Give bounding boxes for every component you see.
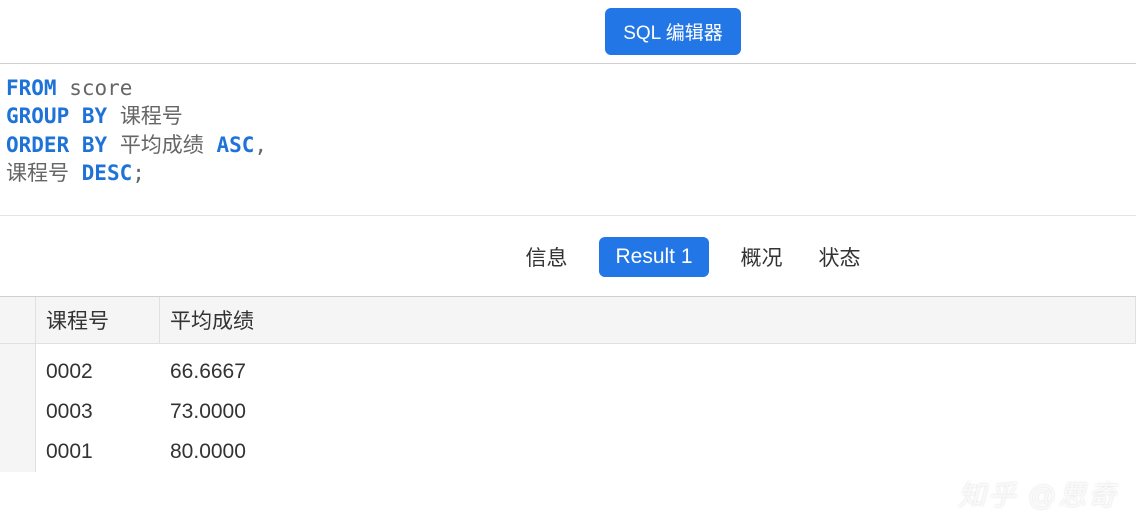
order-by-col1: 平均成绩 bbox=[120, 133, 204, 157]
column-header-course-id[interactable]: 课程号 bbox=[36, 297, 160, 343]
keyword-asc: ASC bbox=[216, 133, 254, 157]
cell-course-id: 0001 bbox=[36, 432, 160, 472]
keyword-from: FROM bbox=[6, 76, 57, 100]
semicolon: ; bbox=[132, 161, 145, 185]
table-row[interactable]: 0003 73.0000 bbox=[36, 392, 1136, 432]
table-gutter bbox=[0, 344, 36, 472]
result-table: 课程号 平均成绩 0002 66.6667 0003 73.0000 0001 … bbox=[0, 297, 1136, 472]
table-row[interactable]: 0002 66.6667 bbox=[36, 352, 1136, 392]
column-header-avg-score[interactable]: 平均成绩 bbox=[160, 297, 1136, 343]
tab-status[interactable]: 状态 bbox=[815, 234, 865, 280]
code-line: 课程号 DESC; bbox=[6, 159, 1130, 187]
cell-course-id: 0003 bbox=[36, 392, 160, 432]
cell-avg-score: 66.6667 bbox=[160, 352, 1136, 392]
table-row[interactable]: 0001 80.0000 bbox=[36, 432, 1136, 472]
sql-code-area[interactable]: FROM score GROUP BY 课程号 ORDER BY 平均成绩 AS… bbox=[0, 64, 1136, 216]
order-by-col2: 课程号 bbox=[6, 161, 69, 185]
watermark: 知乎 @思奇 bbox=[958, 474, 1118, 514]
tab-result[interactable]: Result 1 bbox=[599, 237, 708, 277]
cell-course-id: 0002 bbox=[36, 352, 160, 392]
tab-profile[interactable]: 概况 bbox=[737, 234, 787, 280]
result-tabs-bar: 信息 Result 1 概况 状态 bbox=[0, 216, 1136, 297]
cell-avg-score: 80.0000 bbox=[160, 432, 1136, 472]
top-bar: SQL 编辑器 bbox=[0, 0, 1136, 64]
keyword-order-by: ORDER BY bbox=[6, 133, 107, 157]
cell-avg-score: 73.0000 bbox=[160, 392, 1136, 432]
code-line: FROM score bbox=[6, 74, 1130, 102]
table-header-row: 课程号 平均成绩 bbox=[0, 297, 1136, 344]
comma: , bbox=[254, 133, 267, 157]
sql-editor-button[interactable]: SQL 编辑器 bbox=[605, 8, 741, 55]
keyword-desc: DESC bbox=[82, 161, 133, 185]
group-by-column: 课程号 bbox=[120, 104, 183, 128]
from-table-value: score bbox=[69, 76, 132, 100]
keyword-group-by: GROUP BY bbox=[6, 104, 107, 128]
code-line: GROUP BY 课程号 bbox=[6, 102, 1130, 130]
table-body: 0002 66.6667 0003 73.0000 0001 80.0000 bbox=[36, 344, 1136, 472]
code-line: ORDER BY 平均成绩 ASC, bbox=[6, 131, 1130, 159]
tab-info[interactable]: 信息 bbox=[521, 234, 571, 280]
table-gutter-header bbox=[0, 297, 36, 343]
